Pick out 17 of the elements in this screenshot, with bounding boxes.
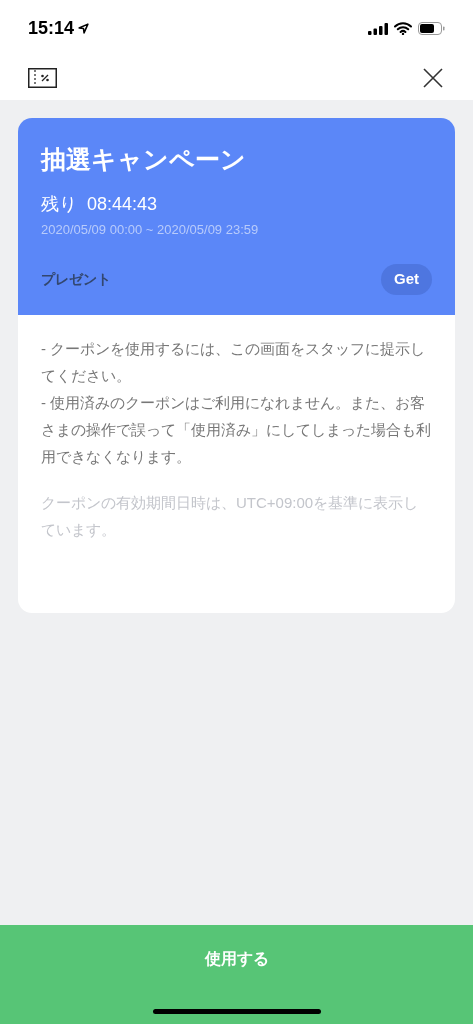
- get-button[interactable]: Get: [381, 263, 432, 295]
- signal-icon: [368, 22, 388, 35]
- close-button[interactable]: [421, 65, 445, 90]
- timezone-note: クーポンの有効期間日時は、UTC+09:00を基準に表示しています。: [41, 492, 420, 540]
- valid-period: 2020/05/09 00:00 ~ 2020/05/09 23:59: [41, 221, 260, 240]
- usage-note: - クーポンを使用するには、この画面をスタッフに提示してください。: [41, 338, 427, 386]
- battery-icon: [418, 22, 445, 35]
- status-time: 15:14: [28, 17, 75, 40]
- use-button[interactable]: 使用する: [188, 943, 285, 975]
- usage-note: - 使用済みのクーポンはご利用になれません。また、お客さまの操作で誤って「使用済み」にしてしまった場合も利用できなくなります。: [41, 392, 432, 467]
- coupon-title: 抽選キャンペーン: [41, 144, 247, 175]
- location-icon: [78, 23, 90, 34]
- coupon-icon: [28, 67, 57, 88]
- coupon-type: プレゼント: [41, 269, 111, 289]
- remaining-time: 08:44:43: [87, 193, 158, 217]
- wifi-icon: [394, 22, 412, 35]
- remaining-label: 残り: [41, 193, 77, 217]
